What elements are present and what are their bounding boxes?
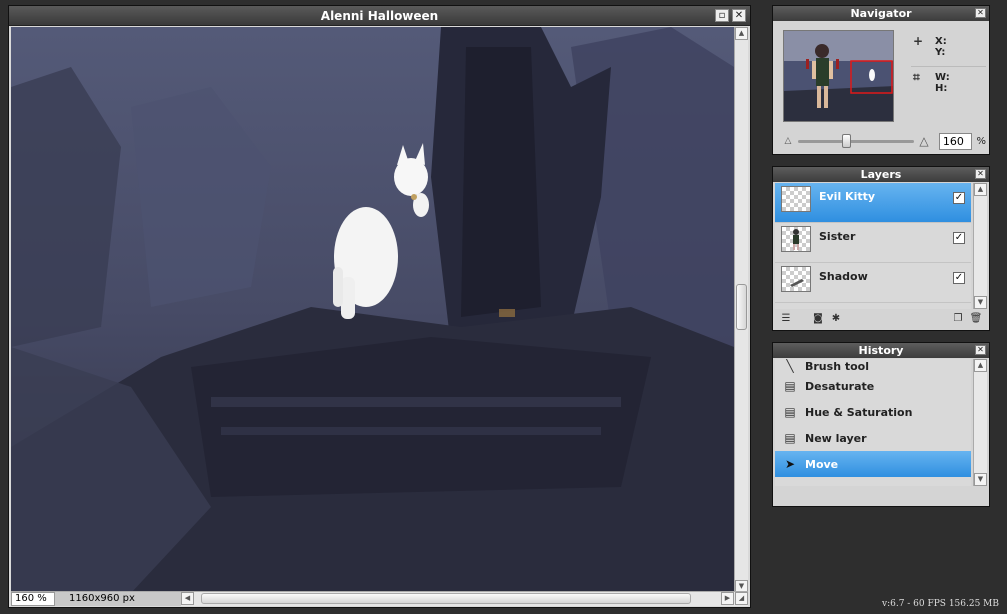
history-title: History [858,344,904,357]
crop-icon: ⌗ [913,70,920,84]
layer-name: Evil Kitty [819,190,876,203]
layer-thumbnail [781,186,811,212]
layer-name: Sister [819,230,856,243]
layer-visibility-checkbox[interactable]: ✓ [953,272,965,284]
history-label: Hue & Saturation [805,405,913,419]
history-label: Brush tool [805,360,869,373]
scroll-down-button[interactable]: ▼ [974,473,987,486]
history-list: ╲ Brush tool ▤ Desaturate ▤ Hue & Satura… [775,359,971,486]
layer-row-shadow[interactable]: Shadow ✓ [775,263,971,303]
scroll-right-button[interactable]: ▶ [721,592,734,605]
app-root: Alenni Halloween ▫ ✕ ▲ ▼ 160 % 1160x960 … [0,0,1007,614]
new-layer-icon[interactable]: ❐ [951,313,965,326]
history-item-hue-saturation[interactable]: ▤ Hue & Saturation [775,399,971,425]
scroll-up-button[interactable]: ▲ [974,359,987,372]
horizontal-scroll-thumb[interactable] [201,593,691,604]
history-item-brush-tool[interactable]: ╲ Brush tool [775,359,971,373]
zoom-slider-knob[interactable] [841,133,851,148]
history-step-icon: ▤ [784,431,796,445]
layer-style-icon[interactable]: ✱ [829,313,843,326]
status-bar: 160 % 1160x960 px ◀ ▶ ◢ [11,591,748,606]
layer-row-sister[interactable]: Sister ✓ [775,223,971,263]
layers-titlebar[interactable]: Layers ✕ [773,167,989,182]
history-item-desaturate[interactable]: ▤ Desaturate [775,373,971,399]
navigator-preview [784,31,893,121]
trash-icon[interactable]: 🗑 [969,313,983,326]
layer-mask-icon[interactable]: ◙ [811,313,825,326]
layer-list: Evil Kitty ✓ Sister ✓ Shadow ✓ [775,183,971,309]
zoom-field[interactable]: 160 % [11,592,55,606]
shadow-thumbnail-mark [790,279,804,287]
vertical-scroll-thumb[interactable] [736,284,747,330]
x-label: X: [935,36,947,47]
h-label: H: [935,83,948,94]
zoom-unit: % [976,135,986,147]
resize-handle[interactable]: ◢ [735,592,748,605]
layers-scrollbar[interactable]: ▲ ▼ [973,183,987,309]
window-title: Alenni Halloween [320,9,439,23]
navigator-panel: Navigator ✕ + X: Y: ⌗ W: H: △ △ 160 % [772,5,990,155]
scroll-down-button[interactable]: ▼ [974,296,987,309]
history-item-new-layer[interactable]: ▤ New layer [775,425,971,451]
layer-visibility-checkbox[interactable]: ✓ [953,192,965,204]
performance-info: v:6.7 - 60 FPS 156.25 MB [881,599,999,609]
brush-icon: ╲ [786,359,794,373]
layers-panel: Layers ✕ Evil Kitty ✓ Sister ✓ Shadow ✓ … [772,166,990,331]
coordinates-readout: + X: Y: ⌗ W: H: [913,34,950,94]
zoom-slider[interactable] [797,133,915,148]
move-icon: ➤ [784,457,796,471]
window-titlebar[interactable]: Alenni Halloween ▫ ✕ [9,6,750,26]
history-item-move[interactable]: ➤ Move [775,451,971,477]
vertical-scrollbar[interactable]: ▲ ▼ [734,27,748,593]
layers-title: Layers [860,168,902,181]
divider [911,66,986,67]
history-label: Desaturate [805,379,875,393]
w-label: W: [935,72,950,83]
zoom-input[interactable]: 160 [938,132,973,150]
layer-settings-icon[interactable]: ☰ [779,313,793,326]
scroll-up-button[interactable]: ▲ [974,183,987,196]
artwork [11,27,734,593]
layer-thumbnail [781,266,811,292]
layer-thumbnail [781,226,811,252]
layer-visibility-checkbox[interactable]: ✓ [953,232,965,244]
y-label: Y: [935,47,946,58]
layers-toolbar: ☰ ◙ ✱ ❐ 🗑 [775,310,987,328]
image-canvas[interactable] [11,27,734,593]
horizontal-scrollbar[interactable]: ◀ ▶ ◢ [181,592,748,606]
navigator-titlebar[interactable]: Navigator ✕ [773,6,989,21]
layers-close-button[interactable]: ✕ [975,169,986,179]
history-label: Move [805,457,839,471]
history-panel: History ✕ ╲ Brush tool ▤ Desaturate ▤ Hu… [772,342,990,507]
history-titlebar[interactable]: History ✕ [773,343,989,358]
maximize-button[interactable]: ▫ [715,9,729,22]
close-button[interactable]: ✕ [732,9,746,22]
navigator-title: Navigator [850,7,912,20]
history-step-icon: ▤ [784,405,796,419]
sister-thumbnail-figure [793,229,799,250]
history-label: New layer [805,431,867,445]
zoom-control: △ △ 160 % [781,130,986,152]
navigator-thumbnail[interactable] [783,30,894,122]
scroll-up-button[interactable]: ▲ [735,27,748,40]
image-window: Alenni Halloween ▫ ✕ ▲ ▼ 160 % 1160x960 … [8,5,751,608]
crosshair-icon: + [913,34,924,48]
zoom-in-icon[interactable]: △ [917,134,931,148]
history-step-icon: ▤ [784,379,796,393]
scroll-left-button[interactable]: ◀ [181,592,194,605]
layer-name: Shadow [819,270,868,283]
zoom-out-icon[interactable]: △ [781,136,795,146]
navigator-close-button[interactable]: ✕ [975,8,986,18]
history-scrollbar[interactable]: ▲ ▼ [973,359,987,486]
layer-row-evil-kitty[interactable]: Evil Kitty ✓ [775,183,971,223]
image-dimensions: 1160x960 px [55,592,181,606]
history-close-button[interactable]: ✕ [975,345,986,355]
